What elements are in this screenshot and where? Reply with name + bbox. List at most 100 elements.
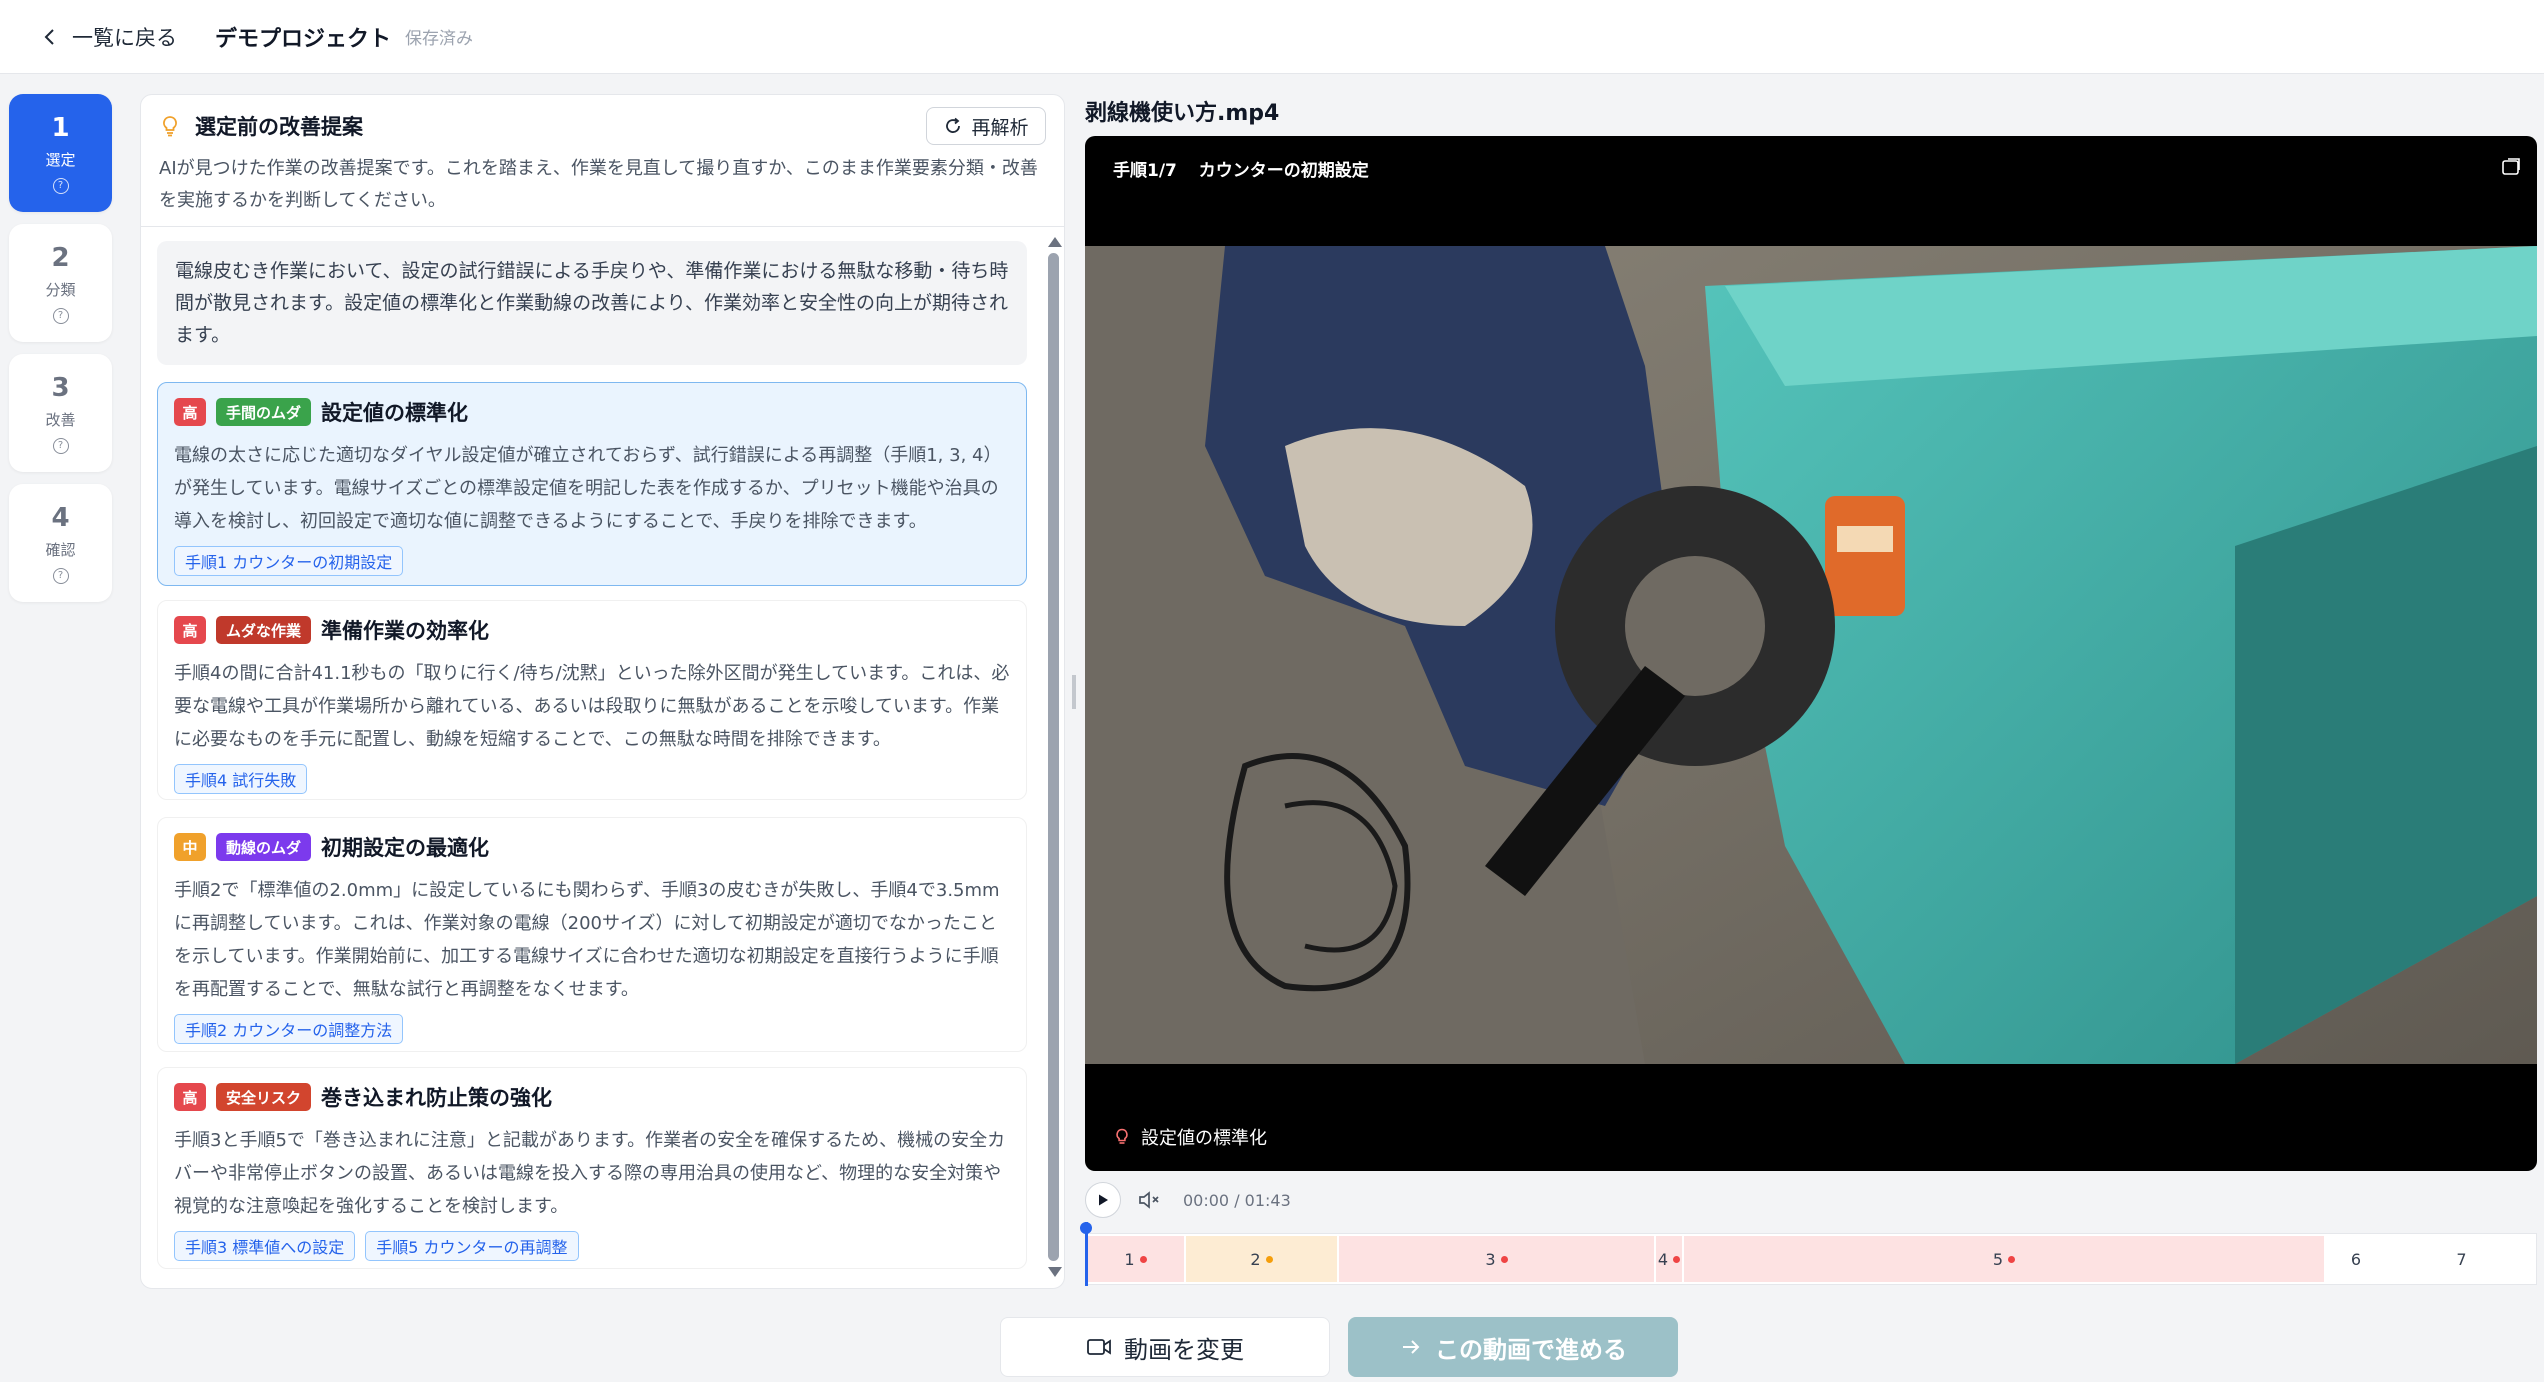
card-tags: 手順3 標準値への設定 手順5 カウンターの再調整 [174, 1231, 1010, 1261]
category-badge: 動線のムダ [216, 833, 312, 861]
step-number: 1 [51, 112, 70, 143]
segment-dot [1500, 1255, 1508, 1263]
step-tag[interactable]: 手順1 カウンターの初期設定 [174, 546, 404, 576]
priority-badge: 高 [174, 1083, 206, 1111]
playhead-handle[interactable] [1080, 1222, 1092, 1234]
arrow-right-icon [1403, 1340, 1420, 1354]
category-badge: ムダな作業 [216, 616, 312, 644]
suggestion-list[interactable]: 電線皮むき作業において、設定の試行錯誤による手戻りや、準備作業における無駄な移動… [141, 227, 1064, 1288]
resize-handle[interactable] [1072, 675, 1076, 709]
scroll-thumb[interactable] [1048, 253, 1059, 1261]
suggestion-card[interactable]: 高 ムダな作業 準備作業の効率化 手順4の間に合計41.1秒もの「取りに行く/待… [157, 600, 1027, 800]
help-icon[interactable]: ? [52, 567, 69, 584]
picture-in-picture-icon[interactable] [2500, 156, 2522, 178]
suggestion-panel: 選定前の改善提案 再解析 AIが見つけた作業の改善提案です。これを踏まえ、作業を… [140, 94, 1065, 1289]
mute-button[interactable] [1137, 1185, 1167, 1215]
step-label: 改善 [45, 410, 76, 429]
scrollbar[interactable] [1044, 227, 1062, 1288]
step-timeline[interactable]: 1 2 3 4 5 6 7 [1085, 1233, 2537, 1285]
suggestion-card[interactable]: 中 動線のムダ 初期設定の最適化 手順2で「標準値の2.0mm」に設定しているに… [157, 817, 1027, 1052]
help-icon[interactable]: ? [52, 307, 69, 324]
segment-label: 7 [2456, 1249, 2467, 1269]
timeline-segment-7[interactable]: 7 [2388, 1236, 2535, 1282]
step-2-classify[interactable]: 2 分類 ? [9, 224, 112, 342]
chevron-left-icon [44, 28, 54, 45]
lightbulb-icon [163, 116, 177, 137]
card-header: 高 安全リスク 巻き込まれ防止策の強化 [174, 1082, 1010, 1112]
video-filename: 剥線機使い方.mp4 [1085, 101, 1280, 126]
bottom-action-bar: 動画を変更 この動画で進める [0, 1305, 2544, 1382]
step-title: カウンターの初期設定 [1198, 161, 1369, 181]
video-controls: 00:00 / 01:43 [1085, 1180, 1291, 1220]
priority-badge: 中 [174, 833, 206, 861]
step-label: 分類 [45, 280, 76, 299]
change-video-button[interactable]: 動画を変更 [1000, 1317, 1330, 1377]
card-title: 設定値の標準化 [321, 401, 469, 425]
card-header: 中 動線のムダ 初期設定の最適化 [174, 832, 1010, 862]
card-body: 手順4の間に合計41.1秒もの「取りに行く/待ち/沈黙」といった除外区間が発生し… [174, 663, 1010, 750]
proceed-label: この動画で進める [1435, 1335, 1627, 1364]
card-body: 電線の太さに応じた適切なダイヤル設定値が確立されておらず、試行錯誤による再調整（… [174, 445, 1002, 532]
reanalyze-button[interactable]: 再解析 [926, 107, 1046, 145]
step-number: 2 [51, 242, 70, 273]
reanalyze-label: 再解析 [971, 116, 1029, 139]
step-tag[interactable]: 手順4 試行失敗 [174, 764, 308, 794]
video-camera-icon [1087, 1339, 1111, 1355]
video-step-overlay: 手順1/7 カウンターの初期設定 [1113, 156, 1369, 181]
timeline-segment-6[interactable]: 6 [2326, 1236, 2386, 1282]
timeline-segment-2[interactable]: 2 [1186, 1236, 1337, 1282]
play-button[interactable] [1085, 1182, 1121, 1218]
card-header: 高 手間のムダ 設定値の標準化 [174, 397, 1010, 427]
step-tag[interactable]: 手順2 カウンターの調整方法 [174, 1014, 404, 1044]
timeline-segment-5[interactable]: 5 [1684, 1236, 2324, 1282]
step-tag[interactable]: 手順5 カウンターの再調整 [365, 1231, 579, 1261]
segment-label: 6 [2350, 1249, 2362, 1269]
segment-label: 4 [1657, 1249, 1669, 1269]
step-label: 確認 [45, 540, 76, 559]
timeline-segment-3[interactable]: 3 [1339, 1236, 1654, 1282]
card-title: 巻き込まれ防止策の強化 [321, 1086, 553, 1110]
step-label: 選定 [45, 150, 76, 169]
time-display: 00:00 / 01:43 [1183, 1190, 1291, 1210]
panel-header: 選定前の改善提案 再解析 AIが見つけた作業の改善提案です。これを踏まえ、作業を… [141, 95, 1064, 227]
priority-badge: 高 [174, 616, 206, 644]
help-icon[interactable]: ? [52, 437, 69, 454]
segment-dot [1265, 1255, 1273, 1263]
step-3-improve[interactable]: 3 改善 ? [9, 354, 112, 472]
panel-title: 選定前の改善提案 [195, 115, 363, 139]
refresh-icon [946, 117, 961, 133]
change-video-label: 動画を変更 [1124, 1335, 1244, 1364]
card-title: 準備作業の効率化 [321, 619, 490, 643]
timeline-segment-1[interactable]: 1 [1087, 1236, 1184, 1282]
suggestion-card[interactable]: 高 手間のムダ 設定値の標準化 電線の太さに応じた適切なダイヤル設定値が確立され… [157, 382, 1027, 586]
step-1-select[interactable]: 1 選定 ? [9, 94, 112, 212]
caption-text: 設定値の標準化 [1141, 1128, 1267, 1149]
card-body: 手順2で「標準値の2.0mm」に設定しているにも関わらず、手順3の皮むきが失敗し… [174, 880, 1000, 1000]
scroll-down-arrow[interactable] [1048, 1267, 1062, 1277]
step-4-confirm[interactable]: 4 確認 ? [9, 484, 112, 602]
help-icon[interactable]: ? [52, 177, 69, 194]
panel-title-row: 選定前の改善提案 [159, 111, 363, 141]
card-tags: 手順1 カウンターの初期設定 [174, 546, 1010, 576]
project-title: デモプロジェクト [215, 26, 392, 52]
step-tag[interactable]: 手順3 標準値への設定 [174, 1231, 356, 1261]
proceed-button[interactable]: この動画で進める [1348, 1317, 1678, 1377]
suggestion-card[interactable]: 高 安全リスク 巻き込まれ防止策の強化 手順3と手順5で「巻き込まれに注意」と記… [157, 1067, 1027, 1269]
save-status: 保存済み [405, 29, 474, 49]
card-tags: 手順2 カウンターの調整方法 [174, 1014, 1010, 1044]
video-caption: 設定値の標準化 [1113, 1124, 1267, 1150]
card-body: 手順3と手順5で「巻き込まれに注意」と記載があります。作業者の安全を確保するため… [174, 1130, 1006, 1217]
step-number: 4 [51, 502, 70, 533]
lightbulb-icon [1116, 1128, 1128, 1144]
card-title: 初期設定の最適化 [321, 836, 490, 860]
timeline-segment-4[interactable]: 4 [1656, 1236, 1682, 1282]
back-label: 一覧に戻る [72, 25, 177, 50]
card-header: 高 ムダな作業 準備作業の効率化 [174, 615, 1010, 645]
scroll-up-arrow[interactable] [1048, 237, 1062, 247]
video-player[interactable]: 手順1/7 カウンターの初期設定 設定値の標準化 [1085, 136, 2537, 1171]
panel-description: AIが見つけた作業の改善提案です。これを踏まえ、作業を見直して撮り直すか、このま… [159, 158, 1038, 211]
back-link[interactable]: 一覧に戻る [40, 22, 177, 52]
step-indicator: 手順1/7 [1113, 161, 1177, 181]
priority-badge: 高 [174, 398, 206, 426]
video-frame-image [1085, 246, 2537, 1064]
